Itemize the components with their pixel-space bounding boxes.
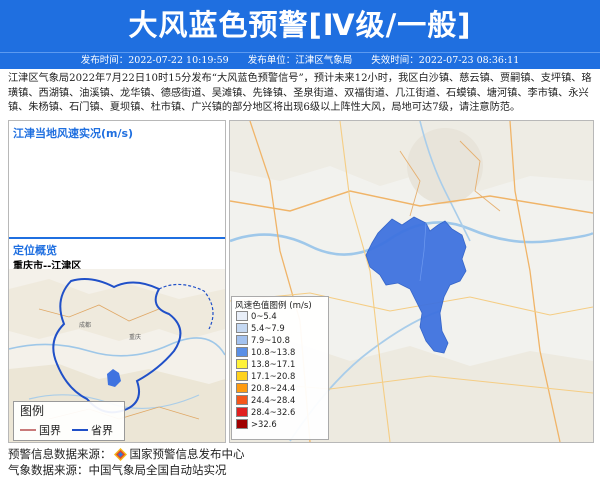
wind-legend-item: 13.8~17.1 bbox=[236, 358, 295, 369]
publisher: 发布单位：江津区气象局 bbox=[247, 55, 353, 66]
swatch-icon bbox=[236, 358, 248, 369]
map-legend: 图例 国界 省界 bbox=[13, 401, 125, 441]
location-overview-title: 定位概览 bbox=[13, 244, 57, 257]
legend-national-border: 国界 bbox=[20, 422, 61, 438]
swatch-icon bbox=[236, 346, 248, 357]
wind-observation-title: 江津当地风速实况(m/s) bbox=[13, 127, 134, 140]
swatch-icon bbox=[236, 418, 248, 429]
swatch-icon bbox=[236, 334, 248, 345]
wind-legend-item: 20.8~24.4 bbox=[236, 382, 295, 393]
map-legend-title: 图例 bbox=[20, 404, 45, 418]
swatch-icon bbox=[236, 370, 248, 381]
wind-legend-item: 10.8~13.8 bbox=[236, 346, 295, 357]
source-label: 预警信息数据来源： bbox=[8, 447, 112, 461]
source-name[interactable]: 国家预警信息发布中心 bbox=[130, 446, 245, 462]
expire-time: 失效时间：2022-07-23 08:36:11 bbox=[371, 55, 520, 66]
svg-text:成都: 成都 bbox=[79, 321, 91, 329]
wind-speed-legend: 风速色值图例 (m/s) 0~5.4 5.4~7.9 7.9~10.8 10.8… bbox=[231, 296, 329, 440]
swatch-icon bbox=[236, 394, 248, 405]
wind-legend-item: 7.9~10.8 bbox=[236, 334, 290, 345]
swatch-icon bbox=[236, 322, 248, 333]
wind-legend-item: 17.1~20.8 bbox=[236, 370, 295, 381]
wind-legend-item: 5.4~7.9 bbox=[236, 322, 285, 333]
alert-meta-bar: 发布时间：2022-07-22 10:19:59 发布单位：江津区气象局 失效时… bbox=[0, 52, 600, 69]
left-panel: 江津当地风速实况(m/s) 定位概览 重庆市--江津区 成都 重庆 图例 国界 … bbox=[8, 120, 226, 443]
alert-content: 江津区气象局2022年7月22日10时15分发布“大风蓝色预警信号”，预计未来1… bbox=[8, 73, 592, 113]
alert-header: 大风蓝色预警[Ⅳ级/一般] bbox=[0, 0, 600, 52]
weather-data-source: 气象数据来源：中国气象局全国自动站实况 bbox=[8, 463, 227, 477]
wind-legend-item: 28.4~32.6 bbox=[236, 406, 295, 417]
svg-text:重庆: 重庆 bbox=[129, 333, 141, 341]
warning-center-logo-icon bbox=[113, 447, 127, 461]
legend-province-border: 省界 bbox=[72, 422, 113, 438]
wind-legend-item: >32.6 bbox=[236, 418, 277, 429]
source-line: 预警信息数据来源： 国家预警信息发布中心 bbox=[8, 446, 245, 462]
alert-title: 大风蓝色预警[Ⅳ级/一般] bbox=[128, 8, 472, 42]
panel-divider bbox=[9, 237, 225, 239]
national-border-line-icon bbox=[20, 429, 36, 431]
swatch-icon bbox=[236, 406, 248, 417]
wind-legend-item: 24.4~28.4 bbox=[236, 394, 295, 405]
publish-time: 发布时间：2022-07-22 10:19:59 bbox=[80, 55, 229, 66]
province-border-line-icon bbox=[72, 429, 88, 431]
swatch-icon bbox=[236, 382, 248, 393]
swatch-icon bbox=[236, 310, 248, 321]
wind-legend-item: 0~5.4 bbox=[236, 310, 277, 321]
